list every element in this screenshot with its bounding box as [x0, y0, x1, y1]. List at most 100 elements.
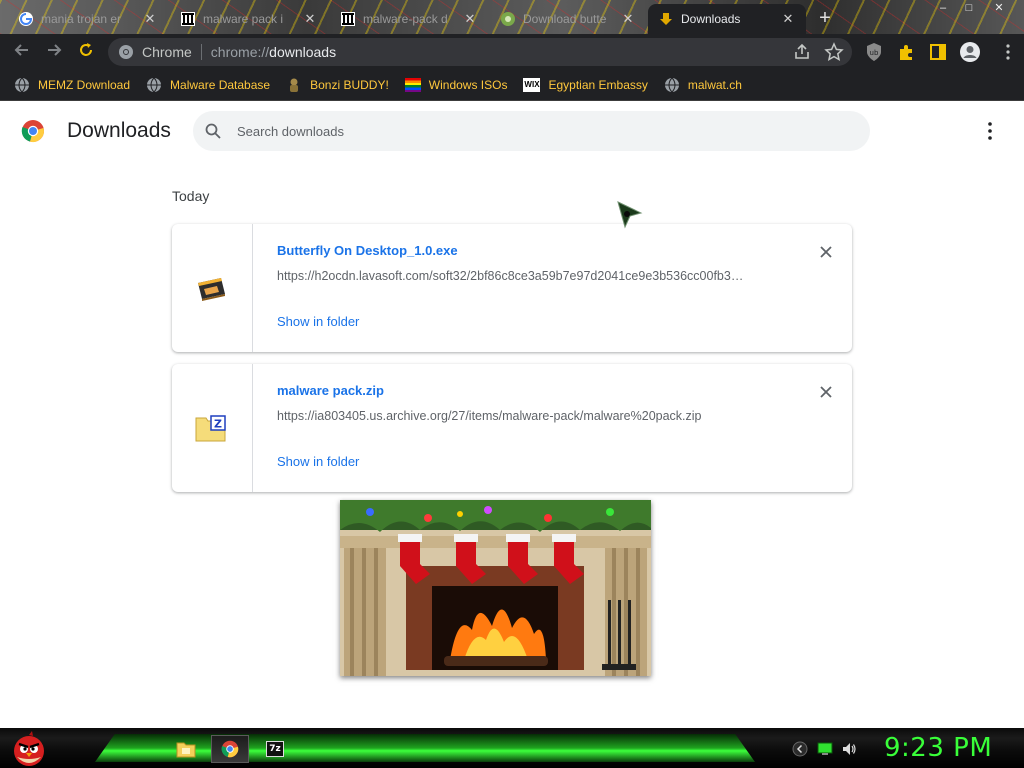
bookmark-windows-isos[interactable]: Windows ISOs [404, 78, 508, 92]
forward-button[interactable] [42, 41, 66, 63]
tab-title: malware pack i [203, 12, 284, 26]
minimize-button[interactable]: – [930, 0, 956, 16]
bookmark-label: malwat.ch [687, 78, 742, 92]
download-item: Butterfly On Desktop_1.0.exe https://h2o… [172, 224, 852, 352]
wix-icon: WIX [523, 78, 541, 92]
close-tab-icon[interactable]: ✕ [302, 11, 318, 27]
back-button[interactable] [10, 41, 34, 63]
address-bar[interactable]: Chrome chrome://downloads [108, 38, 852, 66]
taskbar: 7z 9:23 PM [0, 728, 1024, 768]
taskbar-7zip[interactable]: 7z [256, 735, 294, 763]
globe-icon [15, 77, 29, 93]
tab-strip: mania trojan er ✕ malware pack i ✕ malwa… [0, 0, 1024, 34]
rainbow-flag-icon [404, 78, 421, 92]
christmas-fireplace-image[interactable] [340, 500, 651, 676]
arrow-right-icon [48, 44, 62, 56]
share-icon[interactable] [792, 42, 812, 62]
extensions-puzzle-icon[interactable] [896, 42, 916, 62]
tab-1[interactable]: mania trojan er ✕ [8, 4, 168, 34]
mouse-cursor-icon [617, 201, 643, 229]
bookmark-malwatch[interactable]: malwat.ch [664, 77, 742, 93]
bookmarks-bar: MEMZ Download Malware Database Bonzi BUD… [0, 70, 1024, 101]
bookmark-label: MEMZ Download [38, 78, 131, 92]
taskbar-clock[interactable]: 9:23 PM [884, 733, 992, 763]
file-source-url[interactable]: https://ia803405.us.archive.org/27/items… [277, 409, 777, 423]
download-site-icon [501, 12, 515, 26]
start-button[interactable] [6, 730, 52, 768]
close-tab-icon[interactable]: ✕ [462, 11, 478, 27]
globe-icon [664, 77, 679, 93]
tab-downloads[interactable]: Downloads ✕ [648, 4, 806, 34]
url-host: downloads [269, 44, 337, 60]
7zip-icon: 7z [266, 741, 284, 757]
bookmark-egyptian-embassy[interactable]: WIX Egyptian Embassy [523, 78, 648, 92]
ublock-icon[interactable]: ub [864, 42, 884, 62]
tab-title: mania trojan er [41, 12, 122, 26]
url-scheme: chrome:// [210, 44, 270, 60]
browser-toolbar: Chrome chrome://downloads ub [0, 34, 1024, 70]
bookmark-bonzi-buddy[interactable]: Bonzi BUDDY! [286, 77, 389, 93]
bonzi-icon [290, 78, 299, 92]
show-in-folder-link[interactable]: Show in folder [277, 454, 359, 469]
search-input[interactable] [237, 111, 837, 151]
downloads-header: Downloads [0, 102, 1024, 160]
chrome-icon [221, 740, 239, 758]
bookmark-malware-database[interactable]: Malware Database [146, 77, 270, 93]
close-tab-icon[interactable]: ✕ [620, 11, 636, 27]
tab-3[interactable]: malware-pack d ✕ [330, 4, 488, 34]
bookmark-label: Egyptian Embassy [548, 78, 648, 92]
new-tab-button[interactable]: + [812, 6, 838, 32]
zip-folder-icon: Z [195, 415, 226, 442]
more-actions-icon[interactable] [980, 120, 1000, 142]
zip-letter: Z [214, 418, 222, 431]
file-source-url[interactable]: https://h2ocdn.lavasoft.com/soft32/2bf86… [277, 269, 777, 283]
close-tab-icon[interactable]: ✕ [780, 11, 796, 27]
profile-avatar-icon[interactable] [959, 41, 981, 63]
arrow-left-icon [14, 44, 28, 56]
archive-org-icon [181, 12, 195, 26]
close-window-button[interactable]: ✕ [986, 0, 1012, 16]
tab-title: malware-pack d [363, 12, 448, 26]
download-icon-column [172, 224, 253, 352]
side-panel-icon[interactable] [928, 42, 948, 62]
bookmark-label: Windows ISOs [428, 78, 508, 92]
file-name-link[interactable]: Butterfly On Desktop_1.0.exe [277, 243, 458, 258]
tab-4[interactable]: Download butte ✕ [490, 4, 646, 34]
chrome-logo-icon [21, 120, 44, 142]
close-tab-icon[interactable]: ✕ [142, 11, 158, 27]
google-icon [19, 12, 33, 26]
search-icon [205, 123, 221, 139]
file-name-link[interactable]: malware pack.zip [277, 383, 384, 398]
omnibox-divider [200, 44, 202, 60]
site-label: Chrome [142, 44, 192, 60]
bookmark-star-icon[interactable] [824, 42, 844, 62]
download-favicon-icon [660, 13, 672, 25]
download-icon-column: Z [172, 364, 253, 492]
maximize-button[interactable]: □ [956, 0, 982, 16]
bookmark-label: Malware Database [170, 78, 271, 92]
folder-icon [176, 742, 196, 758]
globe-icon [147, 77, 162, 93]
search-box[interactable] [193, 111, 870, 151]
tab-title: Downloads [681, 12, 741, 26]
page-title: Downloads [67, 119, 171, 142]
reload-icon [80, 43, 92, 56]
reload-button[interactable] [74, 41, 98, 63]
download-item: Z malware pack.zip https://ia803405.us.a… [172, 364, 852, 492]
remove-download-icon[interactable] [816, 382, 836, 402]
archive-org-icon [341, 12, 355, 26]
angry-bird-icon [14, 731, 44, 766]
volume-icon[interactable] [841, 741, 857, 757]
remove-download-icon[interactable] [816, 242, 836, 262]
tab-2[interactable]: malware pack i ✕ [170, 4, 328, 34]
bookmark-memz-download[interactable]: MEMZ Download [14, 77, 130, 93]
network-monitor-icon[interactable] [817, 741, 833, 757]
taskbar-file-explorer[interactable] [167, 735, 205, 763]
chrome-icon [119, 45, 133, 59]
taskbar-chrome[interactable] [211, 735, 249, 763]
date-section-label: Today [172, 188, 210, 204]
kebab-menu-icon[interactable] [998, 42, 1018, 62]
show-in-folder-link[interactable]: Show in folder [277, 314, 359, 329]
downloads-page: Downloads Today Butterfly On Desktop_1.0… [0, 102, 1024, 728]
show-hidden-icons-chevron-icon[interactable] [792, 741, 808, 757]
